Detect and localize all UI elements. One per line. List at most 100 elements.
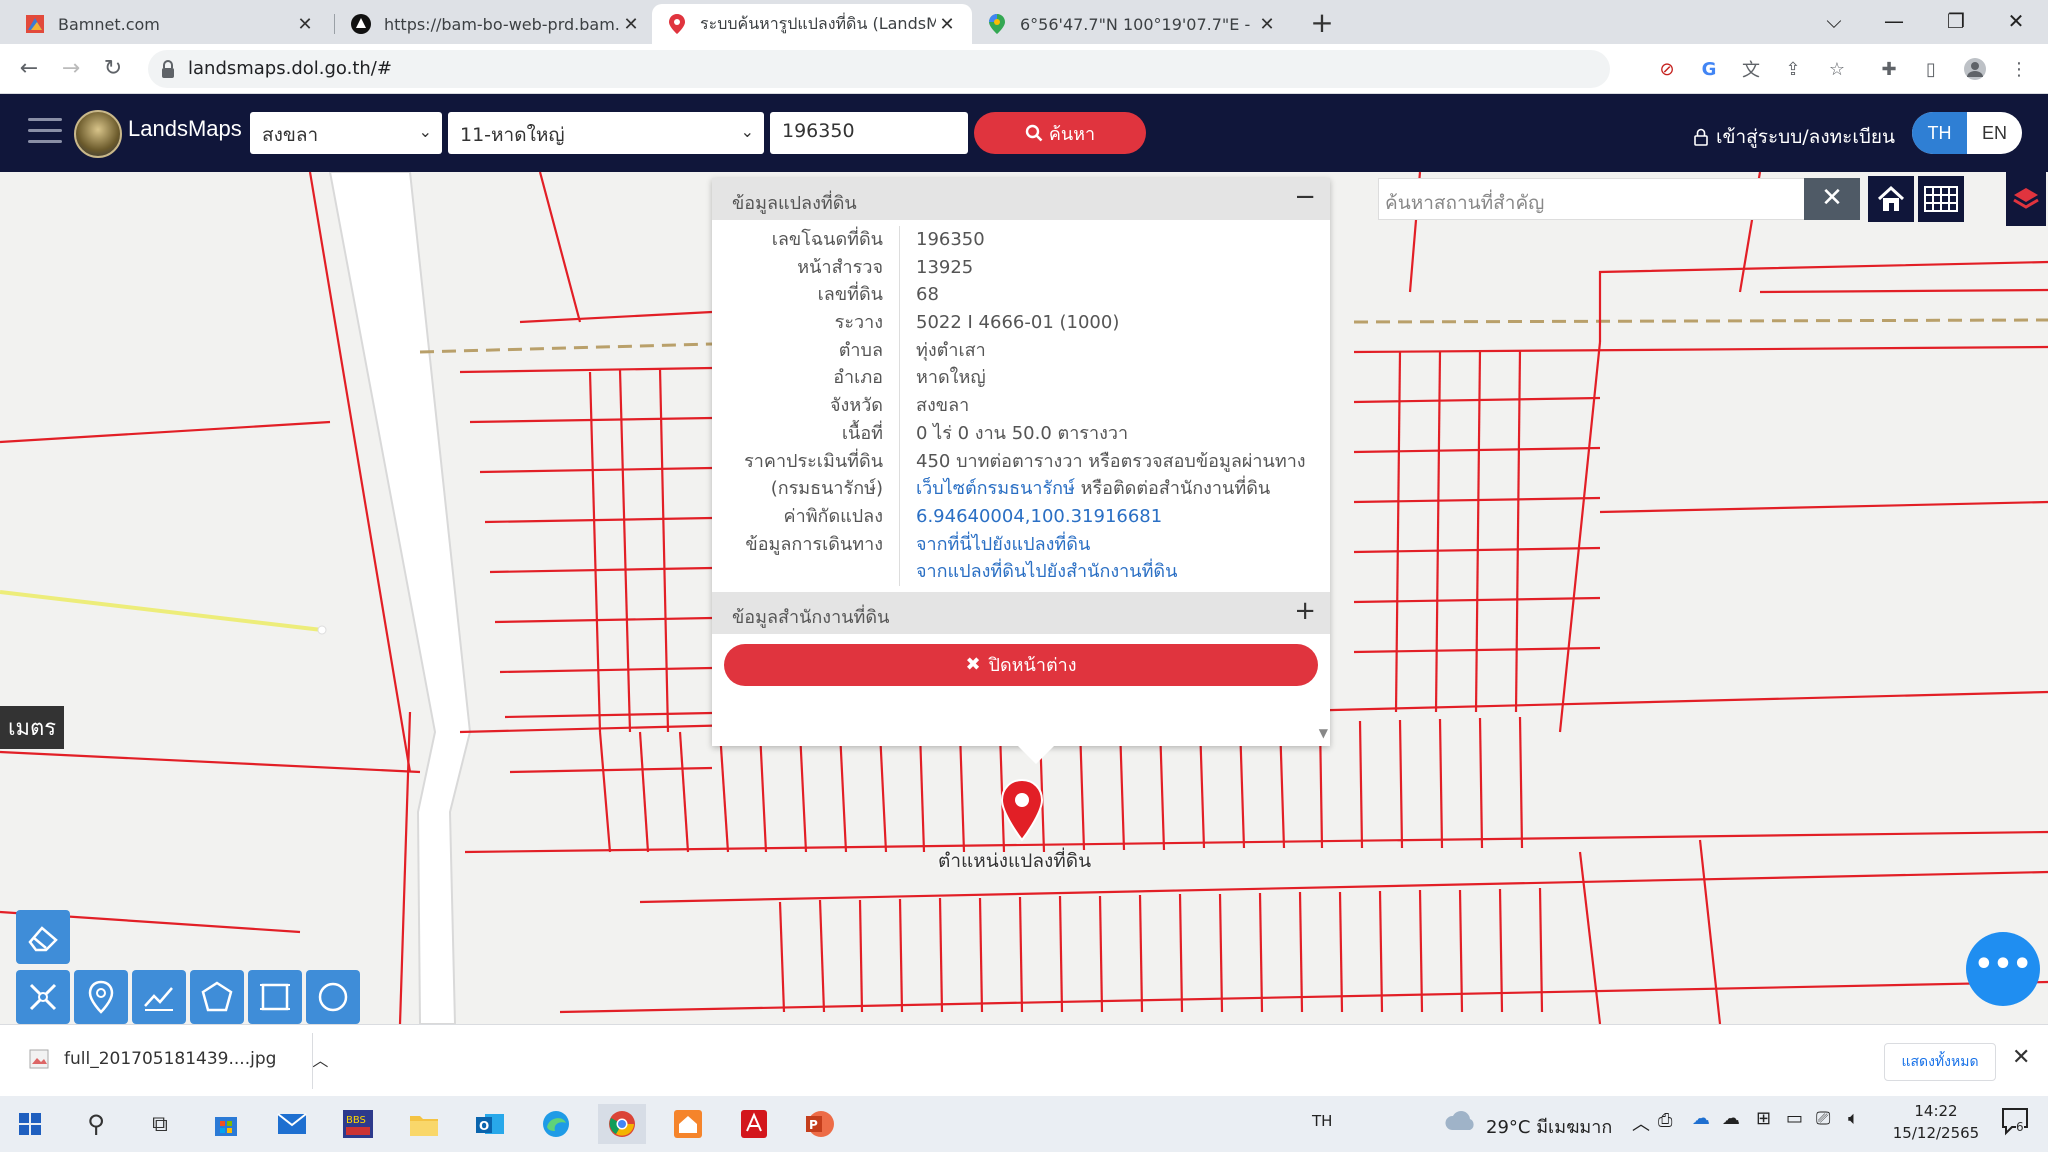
- more-options-button[interactable]: •••: [1966, 932, 2040, 1006]
- eraser-tool-button[interactable]: [16, 910, 70, 964]
- back-arrow-icon[interactable]: ←: [14, 54, 44, 84]
- parcel-number-input[interactable]: 196350: [770, 112, 968, 154]
- tab-bamnet[interactable]: Bamnet.com ✕: [10, 4, 330, 44]
- input-language-indicator[interactable]: TH: [1312, 1112, 1332, 1130]
- popup-pointer: [1018, 746, 1054, 764]
- close-popup-button[interactable]: ✖ ปิดหน้าต่าง: [724, 643, 1318, 686]
- tab-bam-bo[interactable]: https://bam-bo-web-prd.bam.co ✕: [336, 4, 656, 44]
- home-button[interactable]: [1868, 176, 1914, 222]
- url-field[interactable]: landsmaps.dol.go.th/#: [148, 50, 1610, 88]
- expand-icon[interactable]: +: [1294, 596, 1316, 626]
- chevron-up-icon[interactable]: ︿: [1632, 1110, 1650, 1136]
- coordinates-link[interactable]: 6.94640004,100.31916681: [916, 506, 1162, 527]
- forward-arrow-icon[interactable]: →: [56, 54, 86, 84]
- antivirus-icon[interactable]: ⊞: [1756, 1108, 1771, 1129]
- weather-text[interactable]: 29°C มีเมฆมาก: [1486, 1112, 1612, 1141]
- network-icon[interactable]: ⎚: [1816, 1108, 1830, 1129]
- close-download-bar-icon[interactable]: ✕: [2012, 1045, 2030, 1070]
- row-value: 0 ไร่ 0 งาน 50.0 ตารางวา: [916, 422, 1129, 444]
- language-toggle: TH EN: [1912, 112, 2022, 154]
- profile-avatar-icon[interactable]: [1962, 56, 1988, 82]
- notification-center-icon[interactable]: 6: [2000, 1106, 2036, 1142]
- lock-icon: [1694, 128, 1708, 146]
- close-tab-icon[interactable]: ✕: [294, 14, 316, 35]
- clock-date[interactable]: 15/12/2565: [1888, 1124, 1984, 1142]
- pin-tool-button[interactable]: [74, 970, 128, 1024]
- province-value: สงขลา: [262, 124, 319, 146]
- measure-tool-button[interactable]: [16, 970, 70, 1024]
- tab-search-chevron-icon[interactable]: ⌵: [1806, 0, 1862, 44]
- close-tab-icon[interactable]: ✕: [620, 14, 642, 35]
- onedrive-cloud-icon[interactable]: ☁: [1692, 1108, 1710, 1129]
- new-tab-button[interactable]: +: [1304, 6, 1340, 42]
- blocked-icon[interactable]: ⊘: [1654, 56, 1680, 82]
- store-icon[interactable]: [206, 1104, 246, 1144]
- polygon-tool-button[interactable]: [190, 970, 244, 1024]
- ellipsis-icon: •••: [1974, 947, 2032, 982]
- share-icon[interactable]: ⇪: [1780, 56, 1806, 82]
- printer-icon[interactable]: ⎙: [1658, 1110, 1672, 1131]
- province-select[interactable]: สงขลา ⌄: [250, 112, 442, 154]
- treasury-website-link[interactable]: เว็บไซต์กรมธนารักษ์: [916, 478, 1075, 499]
- bbs-app-icon[interactable]: BBS: [338, 1104, 378, 1144]
- reload-icon[interactable]: ↻: [98, 54, 128, 84]
- rectangle-tool-button[interactable]: [248, 970, 302, 1024]
- volume-icon[interactable]: 🔈︎: [1848, 1108, 1859, 1129]
- extensions-puzzle-icon[interactable]: ✚: [1876, 56, 1902, 82]
- chevron-up-icon[interactable]: ︿: [312, 1047, 328, 1071]
- collapse-icon[interactable]: −: [1294, 182, 1316, 212]
- login-link[interactable]: เข้าสู่ระบบ/ลงทะเบียน: [1694, 122, 1895, 152]
- land-office-header[interactable]: ข้อมูลสำนักงานที่ดิน +: [712, 591, 1330, 634]
- chrome-icon[interactable]: [598, 1104, 646, 1144]
- close-tab-icon[interactable]: ✕: [936, 14, 958, 35]
- scroll-down-arrow-icon[interactable]: ▼: [1319, 726, 1328, 740]
- kebab-menu-icon[interactable]: ⋮: [2006, 56, 2032, 82]
- browser-tab-strip: Bamnet.com ✕ https://bam-bo-web-prd.bam.…: [0, 0, 2048, 44]
- download-item[interactable]: full_201705181439....jpg ︿: [28, 1047, 328, 1071]
- route-to-parcel-link[interactable]: จากที่นี่ไปยังแปลงที่ดิน: [916, 534, 1090, 555]
- search-button[interactable]: ค้นหา: [974, 112, 1146, 154]
- tab-landsmaps[interactable]: ระบบค้นหารูปแปลงที่ดิน (LandsMaps ✕: [652, 4, 972, 44]
- tab-google-maps[interactable]: 6°56'47.7"N 100°19'07.7"E - Goo ✕: [972, 4, 1292, 44]
- circle-tool-button[interactable]: [306, 970, 360, 1024]
- clock-time[interactable]: 14:22: [1894, 1102, 1978, 1120]
- place-search-input[interactable]: ค้นหาสถานที่สำคัญ: [1378, 178, 1806, 220]
- side-panel-icon[interactable]: ▯: [1918, 56, 1944, 82]
- file-explorer-icon[interactable]: [404, 1104, 444, 1144]
- lang-en-button[interactable]: EN: [1967, 112, 2022, 154]
- home-app-icon[interactable]: [668, 1104, 708, 1144]
- location-marker-icon[interactable]: [998, 778, 1046, 844]
- clear-search-button[interactable]: ✕: [1804, 178, 1860, 220]
- task-view-icon[interactable]: ⧉: [140, 1104, 180, 1144]
- route-to-office-link[interactable]: จากแปลงที่ดินไปยังสำนักงานที่ดิน: [916, 561, 1177, 582]
- row-label: (กรมธนารักษ์): [712, 475, 900, 503]
- restore-button[interactable]: ❐: [1928, 0, 1984, 44]
- edge-icon[interactable]: [536, 1104, 576, 1144]
- close-tab-icon[interactable]: ✕: [1256, 14, 1278, 35]
- info-row: ราคาประเมินที่ดิน 450 บาทต่อตารางวา หรือต…: [712, 447, 1330, 476]
- lang-th-button[interactable]: TH: [1912, 112, 1967, 154]
- search-icon[interactable]: ⚲: [76, 1104, 116, 1144]
- outlook-icon[interactable]: O: [470, 1104, 510, 1144]
- land-office-title: ข้อมูลสำนักงานที่ดิน: [732, 606, 890, 628]
- windows-start-icon[interactable]: [10, 1104, 50, 1144]
- notification-count: 6: [2016, 1120, 2024, 1134]
- polyline-tool-button[interactable]: [132, 970, 186, 1024]
- translate-icon[interactable]: 文: [1738, 56, 1764, 82]
- show-all-downloads-button[interactable]: แสดงทั้งหมด: [1884, 1043, 1996, 1081]
- acrobat-icon[interactable]: [734, 1104, 774, 1144]
- grid-button[interactable]: [1918, 176, 1964, 222]
- battery-icon[interactable]: ▭: [1786, 1108, 1803, 1129]
- district-select[interactable]: 11-หาดใหญ่ ⌄: [448, 112, 764, 154]
- parcel-info-header[interactable]: ข้อมูลแปลงที่ดิน −: [712, 178, 1330, 220]
- layers-button[interactable]: [2006, 172, 2046, 226]
- minimize-button[interactable]: —: [1866, 0, 1922, 44]
- hamburger-menu-icon[interactable]: [28, 118, 62, 146]
- cloud-sync-icon[interactable]: ☁: [1722, 1108, 1740, 1129]
- mail-icon[interactable]: [272, 1104, 312, 1144]
- powerpoint-icon[interactable]: P: [800, 1104, 840, 1144]
- close-window-button[interactable]: ✕: [1988, 0, 2044, 44]
- polyline-icon: [144, 987, 173, 1011]
- google-icon[interactable]: G: [1696, 56, 1722, 82]
- bookmark-star-icon[interactable]: ☆: [1824, 56, 1850, 82]
